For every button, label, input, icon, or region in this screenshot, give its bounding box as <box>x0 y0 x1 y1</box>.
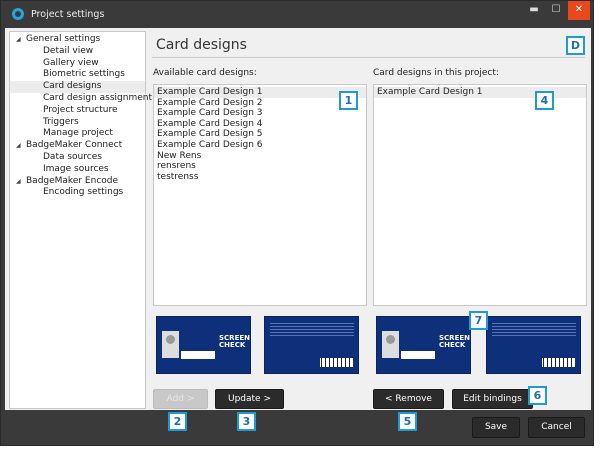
project-card-back-preview <box>486 316 581 374</box>
tree-item[interactable]: Image sources <box>10 164 145 176</box>
callout-badge-6: 6 <box>528 386 547 405</box>
remove-button[interactable]: < Remove <box>373 389 444 409</box>
tree-item-label: Triggers <box>43 116 79 127</box>
callout-badge-d: D <box>566 36 585 55</box>
edit-bindings-button[interactable]: Edit bindings <box>452 389 533 409</box>
tree-item-label: Encoding settings <box>43 187 124 198</box>
tree-item[interactable]: Detail view <box>10 46 145 58</box>
available-list[interactable]: Example Card Design 1 Example Card Design… <box>153 84 367 306</box>
expand-triangle-icon[interactable]: ◢ <box>16 34 26 46</box>
list-item[interactable]: testrenss <box>154 172 366 183</box>
app-icon <box>12 8 24 20</box>
tree-item[interactable]: Data sources <box>10 152 145 164</box>
tree-item[interactable]: ◢ BadgeMaker Connect <box>10 140 145 152</box>
callout-badge-2: 2 <box>168 412 187 431</box>
tree-item[interactable]: Manage project <box>10 128 145 140</box>
tree-item[interactable]: ◢ General settings <box>10 34 145 46</box>
content-area: ◢ General settings Detail view Gallery view… <box>5 28 591 410</box>
card-logo: SCREEN CHECK <box>439 334 470 349</box>
tree-item[interactable]: ◢ BadgeMaker Encode <box>10 176 145 188</box>
project-list[interactable]: Example Card Design 1 <box>373 84 587 306</box>
available-label: Available card designs: <box>153 68 257 78</box>
tree-item[interactable]: Card design assignment <box>10 93 152 105</box>
window-title: Project settings <box>31 9 105 20</box>
list-item[interactable]: Example Card Design 2 <box>154 98 366 109</box>
tree-item-label: Data sources <box>43 151 102 162</box>
list-item[interactable]: Example Card Design 6 <box>154 140 366 151</box>
tree-item-label: Gallery view <box>43 57 99 68</box>
callout-badge-5: 5 <box>398 412 417 431</box>
settings-tree: ◢ General settings Detail view Gallery view… <box>9 31 152 409</box>
tree-item-label: Manage project <box>43 128 113 139</box>
expand-triangle-icon[interactable]: ◢ <box>16 176 26 188</box>
list-item[interactable]: Example Card Design 4 <box>154 119 366 130</box>
tree-item[interactable]: Project structure <box>10 105 145 117</box>
list-item[interactable]: Example Card Design 5 <box>154 129 366 140</box>
card-back-preview <box>264 316 359 374</box>
callout-badge-3: 3 <box>237 412 256 431</box>
minimize-button[interactable]: ▬ <box>523 1 545 20</box>
list-item[interactable]: rensrens <box>154 161 366 172</box>
divider <box>152 57 585 58</box>
save-button[interactable]: Save <box>472 417 520 438</box>
tree-item-label: Detail view <box>43 45 94 56</box>
tree-item[interactable]: Card designs <box>10 81 145 93</box>
list-item[interactable]: New Rens <box>154 151 366 162</box>
tree-item-label: Project structure <box>43 104 118 115</box>
tree-item-label: BadgeMaker Connect <box>26 140 123 151</box>
tree-item[interactable]: Biometric settings <box>10 69 145 81</box>
callout-badge-7: 7 <box>469 311 488 330</box>
tree-item-label: Card design assignment <box>43 92 152 103</box>
update-button[interactable]: Update > <box>215 389 284 409</box>
close-button[interactable]: ✕ <box>568 1 590 20</box>
callout-badge-1: 1 <box>339 91 358 110</box>
list-item[interactable]: Example Card Design 1 <box>154 87 366 98</box>
tree-item-label: Card designs <box>43 81 102 92</box>
project-settings-window: Project settings ▬ ☐ ✕ ◢ General settings… <box>0 0 594 446</box>
maximize-button[interactable]: ☐ <box>545 1 567 20</box>
page-title: Card designs <box>156 37 247 53</box>
tree-item-label: General settings <box>26 34 101 44</box>
tree-item-label: Image sources <box>43 163 109 174</box>
list-item[interactable]: Example Card Design 3 <box>154 108 366 119</box>
tree-item-label: Biometric settings <box>43 69 125 80</box>
tree-item[interactable]: Gallery view <box>10 58 145 70</box>
cancel-button[interactable]: Cancel <box>528 417 585 438</box>
card-front-preview: SCREEN CHECK <box>156 316 251 374</box>
project-card-front-preview: SCREEN CHECK <box>376 316 471 374</box>
expand-triangle-icon[interactable]: ◢ <box>16 140 26 152</box>
project-label: Card designs in this project: <box>373 68 499 78</box>
tree-item[interactable]: Triggers <box>10 117 145 129</box>
tree-item-label: BadgeMaker Encode <box>26 175 119 186</box>
list-item[interactable]: Example Card Design 1 <box>374 87 586 98</box>
add-button[interactable]: Add > <box>153 389 208 409</box>
callout-badge-4: 4 <box>535 91 554 110</box>
card-logo: SCREEN CHECK <box>219 334 250 349</box>
tree-item[interactable]: Encoding settings <box>10 187 145 199</box>
